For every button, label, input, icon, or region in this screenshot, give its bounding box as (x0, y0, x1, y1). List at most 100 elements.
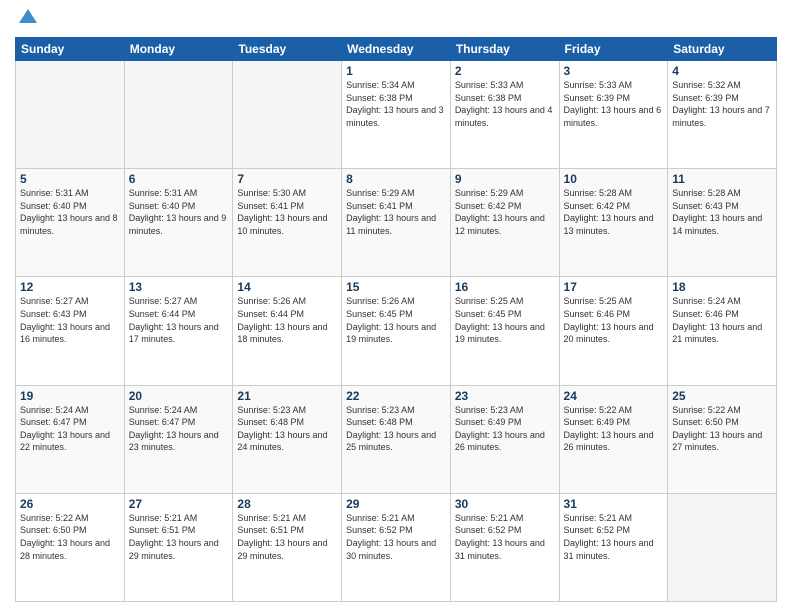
day-number: 18 (672, 280, 772, 294)
day-detail: Sunrise: 5:21 AM Sunset: 6:52 PM Dayligh… (455, 512, 555, 562)
day-number: 7 (237, 172, 337, 186)
day-number: 14 (237, 280, 337, 294)
calendar-cell: 7Sunrise: 5:30 AM Sunset: 6:41 PM Daylig… (233, 169, 342, 277)
day-number: 16 (455, 280, 555, 294)
weekday-header-sunday: Sunday (16, 38, 125, 61)
calendar-week-5: 26Sunrise: 5:22 AM Sunset: 6:50 PM Dayli… (16, 493, 777, 601)
day-number: 11 (672, 172, 772, 186)
day-number: 17 (564, 280, 664, 294)
day-number: 1 (346, 64, 446, 78)
calendar-cell: 23Sunrise: 5:23 AM Sunset: 6:49 PM Dayli… (450, 385, 559, 493)
day-number: 12 (20, 280, 120, 294)
day-detail: Sunrise: 5:28 AM Sunset: 6:42 PM Dayligh… (564, 187, 664, 237)
calendar-week-1: 1Sunrise: 5:34 AM Sunset: 6:38 PM Daylig… (16, 61, 777, 169)
day-number: 13 (129, 280, 229, 294)
calendar-cell (16, 61, 125, 169)
calendar-cell: 17Sunrise: 5:25 AM Sunset: 6:46 PM Dayli… (559, 277, 668, 385)
day-number: 5 (20, 172, 120, 186)
day-detail: Sunrise: 5:28 AM Sunset: 6:43 PM Dayligh… (672, 187, 772, 237)
calendar-header-row: SundayMondayTuesdayWednesdayThursdayFrid… (16, 38, 777, 61)
day-detail: Sunrise: 5:21 AM Sunset: 6:51 PM Dayligh… (129, 512, 229, 562)
calendar-cell: 27Sunrise: 5:21 AM Sunset: 6:51 PM Dayli… (124, 493, 233, 601)
calendar-cell: 25Sunrise: 5:22 AM Sunset: 6:50 PM Dayli… (668, 385, 777, 493)
calendar-cell (233, 61, 342, 169)
day-number: 26 (20, 497, 120, 511)
calendar-cell: 16Sunrise: 5:25 AM Sunset: 6:45 PM Dayli… (450, 277, 559, 385)
day-number: 27 (129, 497, 229, 511)
calendar-cell: 9Sunrise: 5:29 AM Sunset: 6:42 PM Daylig… (450, 169, 559, 277)
day-detail: Sunrise: 5:23 AM Sunset: 6:49 PM Dayligh… (455, 404, 555, 454)
calendar-cell: 31Sunrise: 5:21 AM Sunset: 6:52 PM Dayli… (559, 493, 668, 601)
day-detail: Sunrise: 5:34 AM Sunset: 6:38 PM Dayligh… (346, 79, 446, 129)
day-detail: Sunrise: 5:32 AM Sunset: 6:39 PM Dayligh… (672, 79, 772, 129)
day-number: 22 (346, 389, 446, 403)
weekday-header-wednesday: Wednesday (342, 38, 451, 61)
day-detail: Sunrise: 5:23 AM Sunset: 6:48 PM Dayligh… (346, 404, 446, 454)
logo (15, 10, 39, 31)
calendar-cell: 21Sunrise: 5:23 AM Sunset: 6:48 PM Dayli… (233, 385, 342, 493)
day-detail: Sunrise: 5:24 AM Sunset: 6:47 PM Dayligh… (129, 404, 229, 454)
day-detail: Sunrise: 5:29 AM Sunset: 6:42 PM Dayligh… (455, 187, 555, 237)
day-detail: Sunrise: 5:25 AM Sunset: 6:45 PM Dayligh… (455, 295, 555, 345)
calendar-cell: 4Sunrise: 5:32 AM Sunset: 6:39 PM Daylig… (668, 61, 777, 169)
day-detail: Sunrise: 5:27 AM Sunset: 6:43 PM Dayligh… (20, 295, 120, 345)
day-detail: Sunrise: 5:21 AM Sunset: 6:51 PM Dayligh… (237, 512, 337, 562)
day-detail: Sunrise: 5:24 AM Sunset: 6:46 PM Dayligh… (672, 295, 772, 345)
calendar-cell: 30Sunrise: 5:21 AM Sunset: 6:52 PM Dayli… (450, 493, 559, 601)
logo-icon (17, 5, 39, 27)
calendar-cell: 11Sunrise: 5:28 AM Sunset: 6:43 PM Dayli… (668, 169, 777, 277)
day-number: 29 (346, 497, 446, 511)
weekday-header-tuesday: Tuesday (233, 38, 342, 61)
day-detail: Sunrise: 5:27 AM Sunset: 6:44 PM Dayligh… (129, 295, 229, 345)
calendar-cell (668, 493, 777, 601)
weekday-header-saturday: Saturday (668, 38, 777, 61)
calendar-cell: 18Sunrise: 5:24 AM Sunset: 6:46 PM Dayli… (668, 277, 777, 385)
day-detail: Sunrise: 5:30 AM Sunset: 6:41 PM Dayligh… (237, 187, 337, 237)
calendar-week-2: 5Sunrise: 5:31 AM Sunset: 6:40 PM Daylig… (16, 169, 777, 277)
calendar-cell: 24Sunrise: 5:22 AM Sunset: 6:49 PM Dayli… (559, 385, 668, 493)
day-detail: Sunrise: 5:23 AM Sunset: 6:48 PM Dayligh… (237, 404, 337, 454)
calendar-cell: 8Sunrise: 5:29 AM Sunset: 6:41 PM Daylig… (342, 169, 451, 277)
calendar-cell: 2Sunrise: 5:33 AM Sunset: 6:38 PM Daylig… (450, 61, 559, 169)
day-number: 19 (20, 389, 120, 403)
calendar-cell: 29Sunrise: 5:21 AM Sunset: 6:52 PM Dayli… (342, 493, 451, 601)
weekday-header-friday: Friday (559, 38, 668, 61)
calendar-cell: 1Sunrise: 5:34 AM Sunset: 6:38 PM Daylig… (342, 61, 451, 169)
header (15, 10, 777, 31)
day-number: 2 (455, 64, 555, 78)
day-detail: Sunrise: 5:26 AM Sunset: 6:44 PM Dayligh… (237, 295, 337, 345)
calendar-table: SundayMondayTuesdayWednesdayThursdayFrid… (15, 37, 777, 602)
calendar-cell: 15Sunrise: 5:26 AM Sunset: 6:45 PM Dayli… (342, 277, 451, 385)
day-number: 28 (237, 497, 337, 511)
calendar-week-3: 12Sunrise: 5:27 AM Sunset: 6:43 PM Dayli… (16, 277, 777, 385)
day-detail: Sunrise: 5:21 AM Sunset: 6:52 PM Dayligh… (346, 512, 446, 562)
day-detail: Sunrise: 5:31 AM Sunset: 6:40 PM Dayligh… (20, 187, 120, 237)
calendar-cell: 6Sunrise: 5:31 AM Sunset: 6:40 PM Daylig… (124, 169, 233, 277)
day-number: 4 (672, 64, 772, 78)
day-number: 6 (129, 172, 229, 186)
day-number: 31 (564, 497, 664, 511)
day-number: 20 (129, 389, 229, 403)
day-detail: Sunrise: 5:31 AM Sunset: 6:40 PM Dayligh… (129, 187, 229, 237)
day-detail: Sunrise: 5:22 AM Sunset: 6:49 PM Dayligh… (564, 404, 664, 454)
calendar-cell: 19Sunrise: 5:24 AM Sunset: 6:47 PM Dayli… (16, 385, 125, 493)
calendar-cell: 20Sunrise: 5:24 AM Sunset: 6:47 PM Dayli… (124, 385, 233, 493)
calendar-cell: 5Sunrise: 5:31 AM Sunset: 6:40 PM Daylig… (16, 169, 125, 277)
calendar-cell (124, 61, 233, 169)
calendar-cell: 28Sunrise: 5:21 AM Sunset: 6:51 PM Dayli… (233, 493, 342, 601)
day-number: 15 (346, 280, 446, 294)
day-detail: Sunrise: 5:33 AM Sunset: 6:39 PM Dayligh… (564, 79, 664, 129)
calendar-body: 1Sunrise: 5:34 AM Sunset: 6:38 PM Daylig… (16, 61, 777, 602)
day-detail: Sunrise: 5:24 AM Sunset: 6:47 PM Dayligh… (20, 404, 120, 454)
calendar-cell: 10Sunrise: 5:28 AM Sunset: 6:42 PM Dayli… (559, 169, 668, 277)
day-number: 8 (346, 172, 446, 186)
calendar-week-4: 19Sunrise: 5:24 AM Sunset: 6:47 PM Dayli… (16, 385, 777, 493)
day-number: 21 (237, 389, 337, 403)
day-number: 23 (455, 389, 555, 403)
day-number: 9 (455, 172, 555, 186)
weekday-header-monday: Monday (124, 38, 233, 61)
calendar-cell: 12Sunrise: 5:27 AM Sunset: 6:43 PM Dayli… (16, 277, 125, 385)
calendar-cell: 13Sunrise: 5:27 AM Sunset: 6:44 PM Dayli… (124, 277, 233, 385)
day-detail: Sunrise: 5:26 AM Sunset: 6:45 PM Dayligh… (346, 295, 446, 345)
day-detail: Sunrise: 5:29 AM Sunset: 6:41 PM Dayligh… (346, 187, 446, 237)
